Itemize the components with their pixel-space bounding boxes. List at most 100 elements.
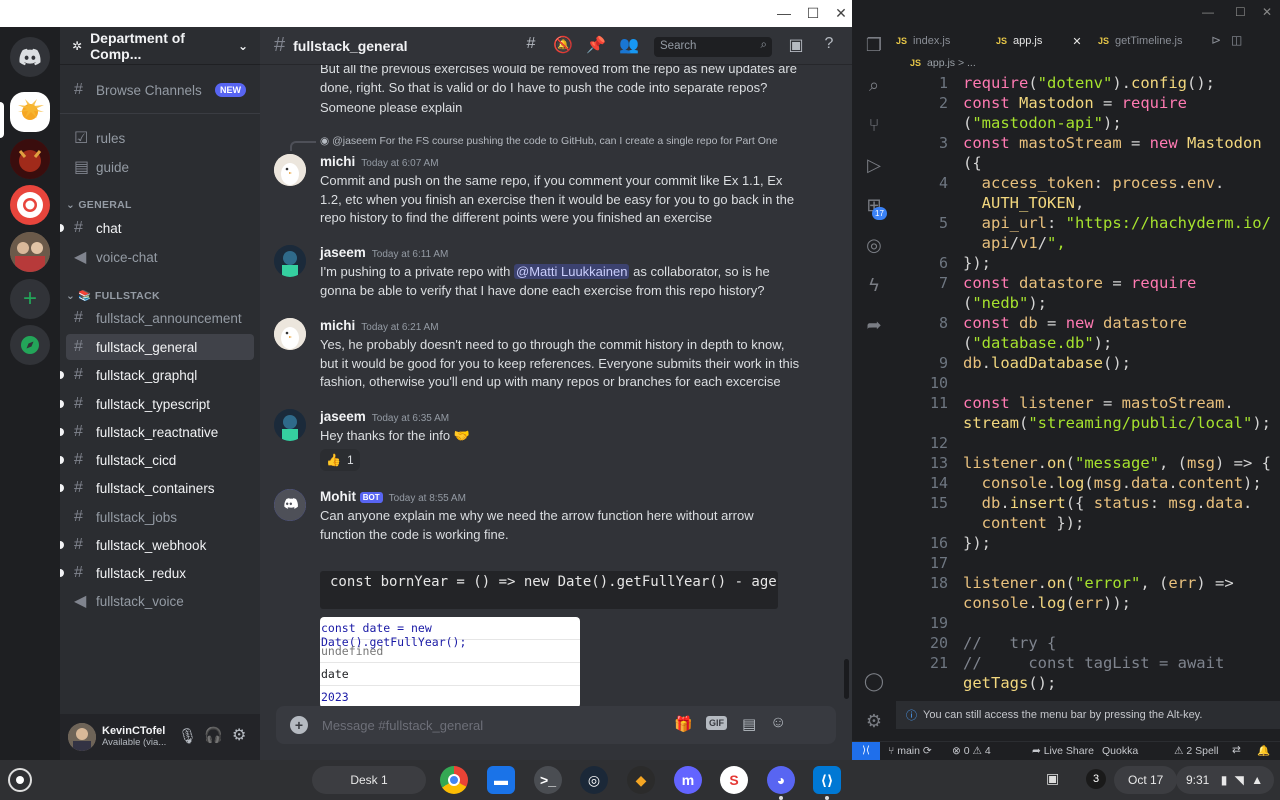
- sticker-icon[interactable]: ▤: [742, 715, 756, 733]
- remote-icon[interactable]: ⟩⟨: [852, 742, 880, 760]
- steam-app-icon[interactable]: ◎: [580, 766, 608, 794]
- desk-switcher[interactable]: Desk 1: [312, 766, 426, 794]
- channel-fullstack-redux[interactable]: # fullstack_redux: [60, 560, 254, 586]
- add-attachment-icon[interactable]: +: [290, 716, 308, 734]
- threads-icon[interactable]: #: [520, 35, 542, 57]
- run-icon[interactable]: ⊳: [1211, 33, 1221, 47]
- run-debug-icon[interactable]: ▷: [862, 153, 886, 177]
- channel-fullstack-general[interactable]: # fullstack_general: [66, 334, 254, 360]
- channel-fullstack-containers[interactable]: # fullstack_containers: [60, 475, 254, 501]
- breadcrumb[interactable]: JS app.js > ...: [910, 57, 976, 69]
- avatar[interactable]: [274, 245, 306, 277]
- message-composer[interactable]: + Message #fullstack_general 🎁 GIF ▤ ☺: [276, 706, 836, 744]
- channel-fullstack-typescript[interactable]: # fullstack_typescript: [60, 391, 254, 417]
- microphone-icon[interactable]: 🎙: [178, 727, 197, 745]
- server-chrome-icon[interactable]: [10, 185, 50, 225]
- notification-toast[interactable]: ⓘ You can still access the menu bar by p…: [896, 701, 1280, 729]
- discord-app-icon[interactable]: ◕: [767, 766, 795, 794]
- avatar[interactable]: [274, 409, 306, 441]
- emoji-icon[interactable]: ☺: [770, 714, 786, 732]
- tab-index-js[interactable]: JS index.js: [896, 27, 950, 55]
- avatar[interactable]: [274, 489, 306, 521]
- feedback-icon[interactable]: ⇄: [1232, 744, 1241, 756]
- pin-icon[interactable]: 📌: [585, 35, 607, 57]
- avatar[interactable]: [68, 723, 96, 751]
- add-server-icon[interactable]: +: [10, 279, 50, 319]
- guild-header[interactable]: ✲ Department of Comp... ⌄: [60, 27, 260, 65]
- tab-app-js[interactable]: JS app.js ✕: [996, 27, 1082, 55]
- message-author[interactable]: michi Today at 6:21 AM: [320, 318, 439, 333]
- gear-icon[interactable]: ⚙: [232, 725, 246, 745]
- quokka-status[interactable]: Quokka: [1102, 745, 1138, 757]
- search-input[interactable]: Search ⌕: [654, 37, 772, 57]
- source-control-icon[interactable]: ⑂: [862, 113, 886, 137]
- console-screenshot-image[interactable]: const date = new Date().getFullYear(); u…: [320, 617, 580, 708]
- gift-icon[interactable]: 🎁: [674, 715, 693, 733]
- spell-status[interactable]: ⚠ 2 Spell: [1174, 745, 1218, 757]
- channel-rules[interactable]: ☑ rules: [66, 125, 254, 151]
- maximize-icon[interactable]: ☐: [803, 4, 823, 22]
- channel-fullstack-webhook[interactable]: # fullstack_webhook: [60, 532, 254, 558]
- branch-status[interactable]: ⑂ main ⟳: [888, 745, 932, 757]
- browse-channels-item[interactable]: # Browse Channels NEW: [66, 77, 254, 103]
- channel-fullstack-jobs[interactable]: # fullstack_jobs: [66, 504, 254, 530]
- live-share-status[interactable]: ➦ Live Share: [1032, 745, 1094, 757]
- github-icon[interactable]: ◎: [862, 233, 886, 257]
- code-editor[interactable]: 1 require("dotenv").config(); 2 const Masto…: [896, 72, 1280, 712]
- chrome-app-icon[interactable]: [440, 766, 468, 794]
- member-list-icon[interactable]: 👥: [618, 35, 640, 57]
- maximize-icon[interactable]: ☐: [1235, 5, 1246, 19]
- server-diablo-icon[interactable]: [10, 139, 50, 179]
- message-author[interactable]: jaseem Today at 6:11 AM: [320, 245, 448, 260]
- avatar[interactable]: [274, 318, 306, 350]
- thunder-icon[interactable]: ϟ: [862, 273, 886, 297]
- channel-fullstack-announcement[interactable]: # fullstack_announcement: [66, 305, 254, 331]
- channel-voice-chat[interactable]: ◀ voice-chat: [66, 244, 254, 270]
- help-icon[interactable]: ?: [818, 35, 840, 57]
- launcher-icon[interactable]: [8, 768, 32, 792]
- explorer-icon[interactable]: ❐: [862, 33, 886, 57]
- channel-chat[interactable]: # chat: [60, 215, 254, 241]
- reaction-chip[interactable]: 👍 1: [320, 449, 360, 471]
- inbox-icon[interactable]: ▣: [785, 35, 807, 57]
- search-icon[interactable]: ⌕: [862, 73, 886, 97]
- close-tab-icon[interactable]: ✕: [1072, 35, 1081, 48]
- close-icon[interactable]: ✕: [831, 4, 851, 22]
- mute-bell-icon[interactable]: 🔕: [552, 35, 574, 57]
- gif-icon[interactable]: GIF: [706, 716, 727, 730]
- channel-fullstack-reactnative[interactable]: # fullstack_reactnative: [60, 419, 254, 445]
- terminal-app-icon[interactable]: >_: [534, 766, 562, 794]
- bell-icon[interactable]: 🔔: [1257, 744, 1270, 757]
- channel-fullstack-cicd[interactable]: # fullstack_cicd: [60, 447, 254, 473]
- date-display[interactable]: Oct 17: [1114, 766, 1178, 794]
- channel-fullstack-voice[interactable]: ◀ fullstack_voice: [66, 588, 254, 614]
- headphones-icon[interactable]: 🎧: [204, 726, 223, 744]
- reply-preview[interactable]: ◉ @jaseem For the FS course pushing the …: [320, 135, 800, 147]
- minimize-icon[interactable]: —: [1202, 5, 1214, 19]
- tab-gettimeline-js[interactable]: JS getTimeline.js: [1098, 27, 1182, 55]
- code-snippet-image[interactable]: const bornYear = () => new Date().getFul…: [320, 571, 778, 609]
- mastodon-app-icon[interactable]: m: [674, 766, 702, 794]
- minimize-icon[interactable]: —: [774, 4, 794, 22]
- server-department-icon[interactable]: [10, 92, 50, 132]
- vscode-app-icon[interactable]: ⟨⟩: [813, 766, 841, 794]
- notification-count[interactable]: 3: [1086, 769, 1106, 789]
- category-general[interactable]: ⌄ GENERAL: [66, 199, 132, 211]
- clipboard-icon[interactable]: ▣: [1046, 770, 1059, 787]
- scrollbar[interactable]: [844, 659, 849, 699]
- message-author[interactable]: Mohit BOT Today at 8:55 AM: [320, 489, 466, 504]
- game-app-icon[interactable]: ◆: [627, 766, 655, 794]
- message-author[interactable]: jaseem Today at 6:35 AM: [320, 409, 449, 424]
- channel-fullstack-graphql[interactable]: # fullstack_graphql: [60, 362, 254, 388]
- slack-like-app-icon[interactable]: S: [720, 766, 748, 794]
- server-group-photo-icon[interactable]: [10, 232, 50, 272]
- avatar[interactable]: [274, 154, 306, 186]
- close-icon[interactable]: ✕: [1262, 5, 1272, 19]
- problems-status[interactable]: ⊗ 0 ⚠ 4: [952, 745, 991, 757]
- explore-servers-icon[interactable]: [10, 325, 50, 365]
- files-app-icon[interactable]: ▬: [487, 766, 515, 794]
- user-mention[interactable]: @Matti Luukkainen: [514, 264, 630, 279]
- split-editor-icon[interactable]: ◫: [1231, 33, 1242, 47]
- live-share-icon[interactable]: ➦: [862, 313, 886, 337]
- message-author[interactable]: michi Today at 6:07 AM: [320, 154, 439, 169]
